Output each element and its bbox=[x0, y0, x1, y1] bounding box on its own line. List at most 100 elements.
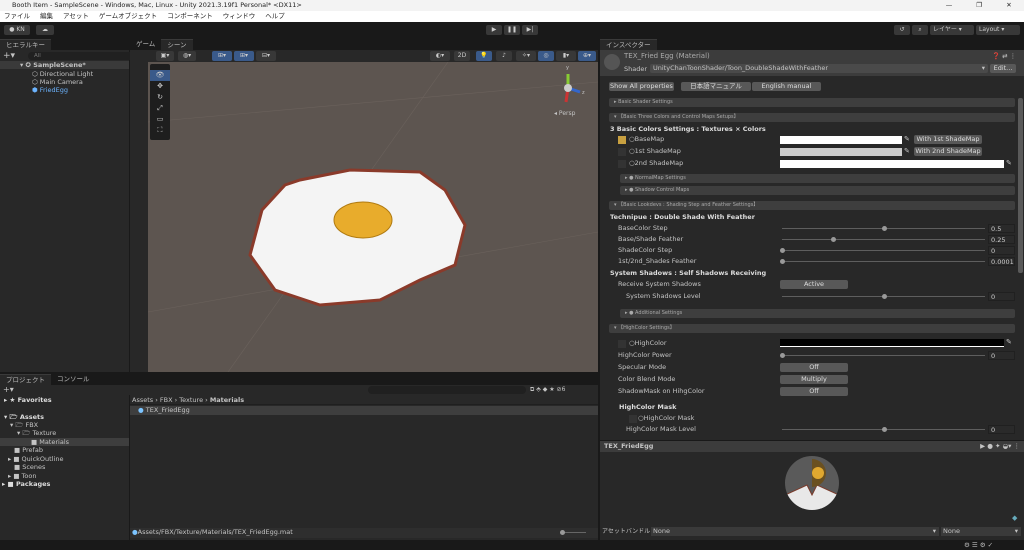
mask-texture-slot[interactable] bbox=[629, 415, 637, 423]
edit-shader-button[interactable]: Edit... bbox=[990, 64, 1016, 73]
section-highcolor[interactable]: ▾ 【HighColor Settings】 bbox=[609, 324, 1015, 333]
eyedropper-icon[interactable]: ✎ bbox=[904, 135, 910, 143]
highcolor-texture-slot[interactable] bbox=[618, 340, 626, 348]
asset-bundle-dropdown[interactable]: None ▾ bbox=[651, 527, 939, 536]
add-button[interactable]: +▾ bbox=[3, 51, 15, 61]
hierarchy-item-selected[interactable]: ⬢ FriedEgg bbox=[32, 86, 68, 94]
menu-edit[interactable]: 編集 bbox=[40, 11, 53, 22]
tab-inspector[interactable]: インスペクター bbox=[600, 39, 657, 50]
create-button[interactable]: +▾ bbox=[3, 385, 14, 395]
slider-knob[interactable] bbox=[780, 248, 785, 253]
highcolor-color[interactable] bbox=[780, 339, 1004, 347]
scene-viewport[interactable]: 👁 ✥ ↻ ⤢ ▭ ⛶ y z ◂ Persp bbox=[148, 62, 598, 372]
shadow-level-value[interactable]: 0 bbox=[988, 292, 1015, 301]
menu-file[interactable]: ファイル bbox=[4, 11, 30, 22]
basemap-color[interactable] bbox=[780, 136, 902, 144]
slider-knob[interactable] bbox=[780, 259, 785, 264]
preview-header[interactable]: TEX_FriedEgg ▶ ● ✦ ◒▾ ⋮ bbox=[600, 441, 1024, 452]
shade1-color[interactable] bbox=[780, 148, 902, 156]
menu-help[interactable]: ヘルプ bbox=[265, 11, 285, 22]
increment-snap-icon[interactable]: ⊟▾ bbox=[256, 51, 276, 61]
orientation-gizmo[interactable]: y z ◂ Persp bbox=[548, 65, 588, 118]
slider-3-value[interactable]: 0.0001 bbox=[988, 257, 1015, 266]
splitter[interactable] bbox=[129, 395, 130, 540]
lighting-icon[interactable]: 💡 bbox=[476, 51, 492, 61]
eyedropper-icon[interactable]: ✎ bbox=[1006, 338, 1012, 346]
section-lookdevs[interactable]: ▾ 【Basic Lookdevs : Shading Step and Fea… bbox=[609, 201, 1015, 210]
step-button[interactable]: ▶| bbox=[522, 25, 538, 35]
english-manual-button[interactable]: English manual bbox=[752, 82, 821, 91]
hidden-objects-icon[interactable]: ◎ bbox=[538, 51, 554, 61]
menu-component[interactable]: コンポーネント bbox=[167, 11, 213, 22]
tree-materials[interactable]: ■ Materials bbox=[0, 438, 129, 446]
tab-hierarchy[interactable]: ヒエラルキー bbox=[0, 39, 51, 50]
with-2nd-shademap-button[interactable]: With 2nd ShadeMap bbox=[914, 147, 982, 156]
slider-2-value[interactable]: 0 bbox=[988, 246, 1015, 255]
shader-dropdown[interactable]: UnityChanToonShader/Toon_DoubleShadeWith… bbox=[650, 64, 988, 73]
section-normalmap[interactable]: ▸ ● NormalMap Settings bbox=[620, 174, 1015, 183]
tree-texture[interactable]: ▾ 🗁 Texture bbox=[17, 429, 56, 437]
breadcrumb-item[interactable]: Assets bbox=[132, 396, 153, 404]
mask-level-value[interactable]: 0 bbox=[988, 425, 1015, 434]
cloud-icon[interactable]: ☁ bbox=[36, 25, 54, 35]
tree-assets[interactable]: ▾ 🗁 Assets bbox=[4, 413, 44, 421]
play-button[interactable]: ▶ bbox=[486, 25, 502, 35]
tab-scene[interactable]: シーン bbox=[161, 39, 193, 50]
hierarchy-search-input[interactable]: All bbox=[28, 52, 146, 60]
mask-level-slider[interactable] bbox=[782, 425, 985, 434]
search-icon[interactable]: ⌕ bbox=[912, 25, 928, 35]
view-tool-icon[interactable]: 👁 bbox=[150, 70, 170, 81]
pause-button[interactable]: ❚❚ bbox=[504, 25, 520, 35]
slider-0-slider[interactable] bbox=[782, 224, 985, 233]
material-preview-sphere[interactable] bbox=[785, 455, 839, 511]
icon-size-slider[interactable] bbox=[560, 530, 586, 535]
eyedropper-icon[interactable]: ✎ bbox=[904, 147, 910, 155]
blend-mode-toggle[interactable]: Multiply bbox=[780, 375, 848, 384]
file-item[interactable]: ● TEX_FriedEgg bbox=[130, 406, 598, 415]
tab-project[interactable]: プロジェクト bbox=[0, 374, 51, 385]
shade1-texture-slot[interactable] bbox=[618, 148, 626, 156]
shadowmask-toggle[interactable]: Off bbox=[780, 387, 848, 396]
specular-mode-toggle[interactable]: Off bbox=[780, 363, 848, 372]
filter-icons[interactable]: ⧉ ⬘ ◆ ★ ⊘6 bbox=[530, 385, 565, 395]
shade2-texture-slot[interactable] bbox=[618, 160, 626, 168]
layout-dropdown[interactable]: Layout ▾ bbox=[976, 25, 1020, 35]
transform-tool-icon[interactable]: ⛶ bbox=[150, 125, 170, 136]
with-1st-shademap-button[interactable]: With 1st ShadeMap bbox=[914, 135, 982, 144]
render-mode-dropdown[interactable]: ◐▾ bbox=[430, 51, 450, 61]
inspector-scrollbar[interactable] bbox=[1018, 98, 1023, 273]
favorites-item[interactable]: ▸ ★ Favorites bbox=[4, 396, 52, 404]
tree-packages[interactable]: ▸ ■ Packages bbox=[2, 480, 50, 488]
hierarchy-item[interactable]: ⬡ Directional Light bbox=[32, 70, 93, 78]
section-shadow-control[interactable]: ▸ ● Shadow Control Maps bbox=[620, 186, 1015, 195]
tree-toon[interactable]: ▸ ■ Toon bbox=[8, 472, 37, 480]
layers-dropdown[interactable]: レイヤー ▾ bbox=[930, 25, 974, 35]
status-icons[interactable]: ⚙ ☰ ⚙ ✓ bbox=[964, 541, 993, 549]
tree-scenes[interactable]: ■ Scenes bbox=[14, 463, 45, 471]
close-button[interactable]: ✕ bbox=[994, 0, 1024, 11]
basemap-texture-slot[interactable] bbox=[618, 136, 626, 144]
effects-icon[interactable]: ✧▾ bbox=[516, 51, 536, 61]
highcolor-power-slider[interactable] bbox=[780, 351, 985, 360]
hierarchy-item[interactable]: ⬡ Main Camera bbox=[32, 78, 83, 86]
show-all-properties-button[interactable]: Show All properties bbox=[609, 82, 674, 91]
slider-knob[interactable] bbox=[830, 237, 836, 242]
section-three-colors[interactable]: ▾ 【Basic Three Colors and Control Maps S… bbox=[609, 113, 1015, 122]
move-tool-icon[interactable]: ✥ bbox=[150, 81, 170, 92]
asset-variant-dropdown[interactable]: None ▾ bbox=[941, 527, 1021, 536]
menu-window[interactable]: ウィンドウ bbox=[223, 11, 256, 22]
scene-root[interactable]: ▾ ✪ SampleScene* bbox=[0, 61, 129, 69]
shade2-color[interactable] bbox=[780, 160, 1004, 168]
rotate-tool-icon[interactable]: ↻ bbox=[150, 92, 170, 103]
tab-console[interactable]: コンソール bbox=[51, 374, 96, 385]
tree-fbx[interactable]: ▾ 🗁 FBX bbox=[10, 421, 38, 429]
tree-prefab[interactable]: ■ Prefab bbox=[14, 446, 43, 454]
section-additional[interactable]: ▸ ● Additional Settings bbox=[620, 309, 1015, 318]
breadcrumb-item[interactable]: FBX bbox=[160, 396, 173, 404]
shadow-level-slider[interactable] bbox=[782, 292, 985, 301]
header-icons[interactable]: ❓ ⇄ ⋮ bbox=[992, 52, 1016, 60]
camera-dropdown[interactable]: ▮▾ bbox=[556, 51, 576, 61]
snap-icon[interactable]: ⊞▾ bbox=[234, 51, 254, 61]
maximize-button[interactable]: ❐ bbox=[964, 0, 994, 11]
draw-mode-dropdown[interactable]: ▣▾ bbox=[156, 51, 174, 61]
